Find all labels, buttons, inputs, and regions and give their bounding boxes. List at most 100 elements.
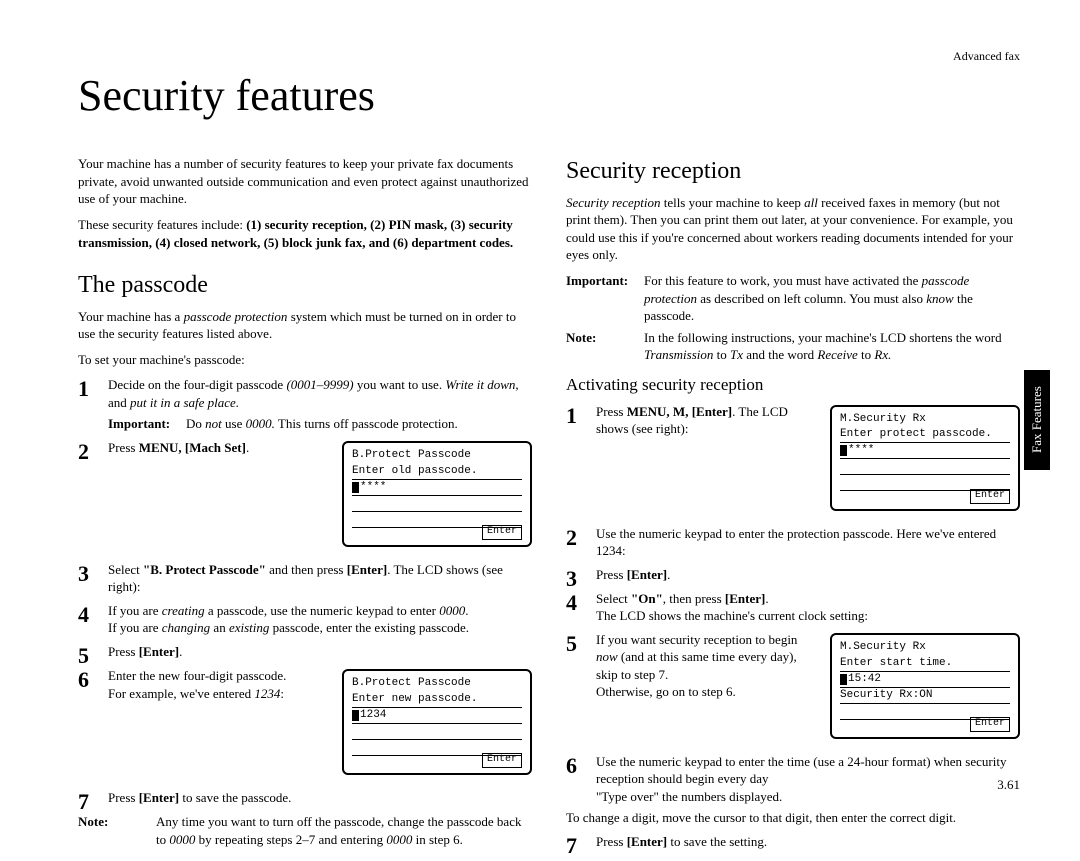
text: .: [765, 591, 768, 606]
passcode-p1: Your machine has a passcode protection s…: [78, 308, 532, 343]
lcd-line: Enter start time.: [840, 656, 1010, 672]
text: 0000.: [246, 416, 275, 431]
text: To change a digit, move the cursor to th…: [566, 809, 1020, 827]
text: ****: [360, 481, 386, 493]
cursor-icon: [352, 710, 359, 721]
text: 1234: [360, 709, 386, 721]
activating-heading: Activating security reception: [566, 374, 1020, 397]
lcd-title: M.Security Rx: [840, 641, 1010, 656]
lcd-title: B.Protect Passcode: [352, 449, 522, 464]
text: The: [596, 608, 619, 623]
lcd-enter-button: Enter: [482, 525, 522, 540]
text: For this feature to work, you must have …: [644, 273, 922, 288]
text: :: [280, 686, 284, 701]
step-3: Press [Enter].: [566, 566, 1020, 584]
step-6: Use the numeric keypad to enter the time…: [566, 753, 1020, 827]
text: [Enter]: [627, 567, 667, 582]
intro-p1: Your machine has a number of security fe…: [78, 155, 532, 208]
text: Use the numeric keypad to enter the prot…: [596, 526, 996, 559]
text: Security reception: [566, 195, 660, 210]
step-1: M.Security Rx Enter protect passcode. **…: [566, 403, 1020, 519]
text: Enter the new four-digit passcode.: [108, 668, 286, 683]
lcd-enter-button: Enter: [970, 717, 1010, 732]
text: all: [804, 195, 818, 210]
text: passcode, enter the existing passcode.: [269, 620, 469, 635]
text: These security features include:: [78, 217, 246, 232]
text: to: [858, 347, 875, 362]
right-column: Security reception Security reception te…: [566, 155, 1020, 857]
passcode-heading: The passcode: [78, 269, 532, 301]
side-tab: Fax Features: [1024, 370, 1050, 470]
text: and the word: [743, 347, 817, 362]
text: to save the passcode.: [179, 790, 291, 805]
lcd-line: [352, 496, 522, 512]
text: Press: [596, 567, 627, 582]
text: put it in a safe place.: [130, 395, 239, 410]
text: Otherwise, go on to step 6.: [596, 684, 736, 699]
text: you want to use.: [354, 377, 446, 392]
text: For this feature to work, you must have …: [644, 272, 1020, 325]
lcd-line: ****: [840, 443, 1010, 459]
reception-important: Important: For this feature to work, you…: [566, 272, 1020, 325]
note-label: Note:: [78, 813, 156, 848]
step-7: Press [Enter] to save the setting.: [566, 833, 1020, 851]
text: [Mach Set]: [185, 440, 246, 455]
text: Tx: [730, 347, 743, 362]
lcd-line: 15:42: [840, 672, 1010, 688]
text: LCD: [619, 608, 645, 623]
passcode-steps: Decide on the four-digit passcode (0001–…: [78, 376, 532, 807]
text: to save the setting.: [667, 834, 767, 849]
text: . The: [732, 404, 762, 419]
lcd-line: Enter protect passcode.: [840, 427, 1010, 443]
text: now: [596, 649, 618, 664]
text: If you want security reception to begin: [596, 632, 797, 647]
text: tells your machine to keep: [660, 195, 804, 210]
text: Write it down: [445, 377, 515, 392]
text: not: [205, 416, 222, 431]
reception-note: Note: In the following instructions, you…: [566, 329, 1020, 364]
text: shows the machine's current clock settin…: [645, 608, 868, 623]
text: shows (see right):: [596, 421, 688, 436]
text: a passcode, use the numeric keypad to en…: [205, 603, 440, 618]
text: Do not use 0000. This turns off passcode…: [186, 415, 532, 433]
text: "On": [631, 591, 663, 606]
important-label: Important:: [108, 415, 186, 433]
lcd-line: Enter old passcode.: [352, 464, 522, 480]
text: MENU: [627, 404, 667, 419]
text: LCD: [417, 562, 443, 577]
reception-p1: Security reception tells your machine to…: [566, 194, 1020, 264]
text: In the following instructions, your mach…: [644, 329, 1020, 364]
text: 15:42: [848, 673, 881, 685]
lcd-line: ****: [352, 480, 522, 496]
text: M: [673, 404, 685, 419]
text: [Enter]: [347, 562, 387, 577]
text: Press: [596, 404, 627, 419]
text: [Enter]: [627, 834, 667, 849]
lcd-old-passcode: B.Protect Passcode Enter old passcode. *…: [342, 441, 532, 547]
text: . The: [387, 562, 417, 577]
text: "B. Protect Passcode": [143, 562, 266, 577]
step-4: If you are creating a passcode, use the …: [78, 602, 532, 637]
text: [Enter]: [725, 591, 765, 606]
lcd-enter-button: Enter: [970, 489, 1010, 504]
passcode-p2: To set your machine's passcode:: [78, 351, 532, 369]
page-number: 3.61: [997, 776, 1020, 794]
text: .: [246, 440, 249, 455]
text: If you are: [108, 620, 162, 635]
step-7: Press [Enter] to save the passcode.: [78, 789, 532, 807]
step-2: B.Protect Passcode Enter old passcode. *…: [78, 439, 532, 555]
passcode-note: Note: Any time you want to turn off the …: [78, 813, 532, 848]
step-4: Select "On", then press [Enter]. The LCD…: [566, 590, 1020, 625]
text: Use the numeric keypad to enter the time…: [596, 754, 1006, 787]
text: creating: [162, 603, 205, 618]
lcd-new-passcode: B.Protect Passcode Enter new passcode. 1…: [342, 669, 532, 775]
text: Press: [596, 834, 627, 849]
lcd-enter-button: Enter: [482, 753, 522, 768]
text: Press: [108, 790, 139, 805]
text: changing: [162, 620, 210, 635]
page-title: Security features: [78, 66, 1020, 125]
text: For example, we've entered: [108, 686, 254, 701]
text: as described on left column. You must al…: [697, 291, 926, 306]
text: This turns off passcode protection.: [275, 416, 458, 431]
lcd-line: [352, 724, 522, 740]
